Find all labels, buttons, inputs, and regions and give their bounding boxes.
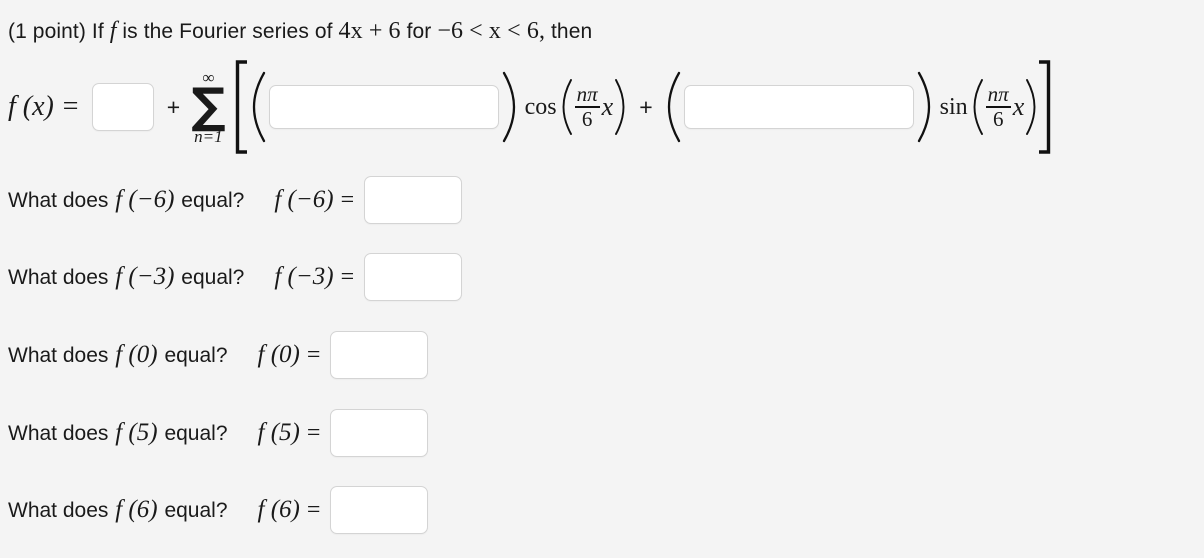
question-prompt: What does f (5) equal? [8, 419, 228, 447]
answer-equals-sign: = [306, 497, 321, 523]
answer-label-function: f (−6) [274, 186, 334, 213]
question-prompt-pre: What does [8, 344, 109, 367]
answer-equals-sign: = [340, 264, 355, 290]
question-prompt-function: f (0) [115, 341, 158, 368]
close-paren-bn-icon [916, 71, 932, 143]
answer-input[interactable] [330, 486, 429, 534]
question-prompt-post: equal? [164, 499, 228, 522]
question-row: What does f (6) equal? f (6) = [8, 486, 429, 534]
statement-end: then [551, 20, 593, 43]
close-paren-sin-arg-icon [1024, 78, 1037, 136]
question-row: What does f (−6) equal? f (−6) = [8, 176, 463, 224]
answer-equals-sign: = [340, 187, 355, 213]
question-row: What does f (5) equal? f (5) = [8, 409, 429, 457]
bn-coefficient-input[interactable] [683, 85, 914, 129]
cos-variable-x: x [601, 92, 614, 121]
question-prompt-pre: What does [8, 499, 109, 522]
answer-label: f (−3) = [274, 263, 354, 291]
an-coefficient-input[interactable] [268, 85, 499, 129]
close-paren-cos-arg-icon [613, 78, 626, 136]
close-paren-an-icon [501, 71, 517, 143]
open-paren-bn-icon [666, 71, 682, 143]
answer-label-function: f (−3) [274, 263, 334, 290]
cos-label: cos [524, 93, 557, 120]
question-prompt-pre: What does [8, 422, 109, 445]
question-prompt-post: equal? [181, 266, 245, 289]
question-prompt-pre: What does [8, 189, 109, 212]
question-prompt: What does f (0) equal? [8, 341, 228, 369]
question-prompt-function: f (6) [115, 496, 158, 523]
a0-coefficient-input[interactable] [91, 83, 154, 131]
problem-statement: (1 point) If f is the Fourier series of … [8, 18, 592, 45]
sigma-icon: ∑ [191, 77, 226, 134]
close-square-bracket-icon [1037, 59, 1054, 155]
summation-operator: ∞ ∑ n=1 [191, 69, 225, 145]
open-paren-cos-arg-icon [561, 78, 574, 136]
statement-function-symbol: f [109, 18, 117, 44]
answer-input[interactable] [330, 409, 429, 457]
f-of-x-label: f (x) = [8, 91, 80, 122]
statement-pre: If [91, 20, 104, 43]
plus-operator-middle: + [639, 93, 653, 120]
open-square-bracket-icon [232, 59, 249, 155]
question-prompt: What does f (6) equal? [8, 496, 228, 524]
plus-operator: + [166, 93, 181, 120]
answer-equals-sign: = [306, 420, 321, 446]
answer-input[interactable] [330, 331, 429, 379]
question-prompt-function: f (5) [115, 419, 158, 446]
open-paren-an-icon [251, 71, 267, 143]
sin-fraction-denominator: 6 [992, 106, 1004, 131]
answer-input[interactable] [364, 253, 463, 301]
answer-equals-sign: = [306, 342, 321, 368]
answer-label-function: f (0) [257, 341, 300, 368]
statement-for: for [406, 20, 432, 43]
cos-fraction-numerator: nπ [576, 81, 598, 106]
question-row: What does f (0) equal? f (0) = [8, 331, 429, 379]
answer-label: f (6) = [258, 496, 321, 524]
answer-input[interactable] [364, 176, 463, 224]
answer-label: f (0) = [258, 341, 321, 369]
sin-variable-x: x [1012, 92, 1025, 121]
question-prompt-function: f (−6) [115, 186, 175, 213]
sin-fraction-numerator: nπ [987, 81, 1009, 106]
question-prompt-post: equal? [181, 189, 245, 212]
question-row: What does f (−3) equal? f (−3) = [8, 253, 463, 301]
question-prompt: What does f (−3) equal? [8, 263, 244, 291]
points-label: (1 point) [8, 20, 86, 43]
statement-mid: is the Fourier series of [122, 20, 333, 43]
summation-lower-limit: n=1 [194, 127, 223, 147]
statement-domain: −6 < x < 6, [437, 18, 546, 44]
answer-label: f (−6) = [274, 186, 354, 214]
answer-label-function: f (6) [257, 496, 300, 523]
question-prompt-post: equal? [164, 422, 228, 445]
question-prompt-pre: What does [8, 266, 109, 289]
cos-fraction-denominator: 6 [581, 106, 593, 131]
cos-fraction: nπ 6 [574, 81, 600, 131]
statement-expression: 4x + 6 [338, 18, 401, 44]
question-prompt: What does f (−6) equal? [8, 186, 244, 214]
answer-label-function: f (5) [257, 419, 300, 446]
open-paren-sin-arg-icon [972, 78, 985, 136]
fourier-series-formula: f (x) = + ∞ ∑ n=1 cos nπ 6 x + sin nπ 6 … [8, 59, 1054, 155]
answer-label: f (5) = [258, 419, 321, 447]
question-prompt-function: f (−3) [115, 263, 175, 290]
sin-fraction: nπ 6 [985, 81, 1011, 131]
question-prompt-post: equal? [164, 344, 228, 367]
sin-label: sin [939, 93, 968, 120]
